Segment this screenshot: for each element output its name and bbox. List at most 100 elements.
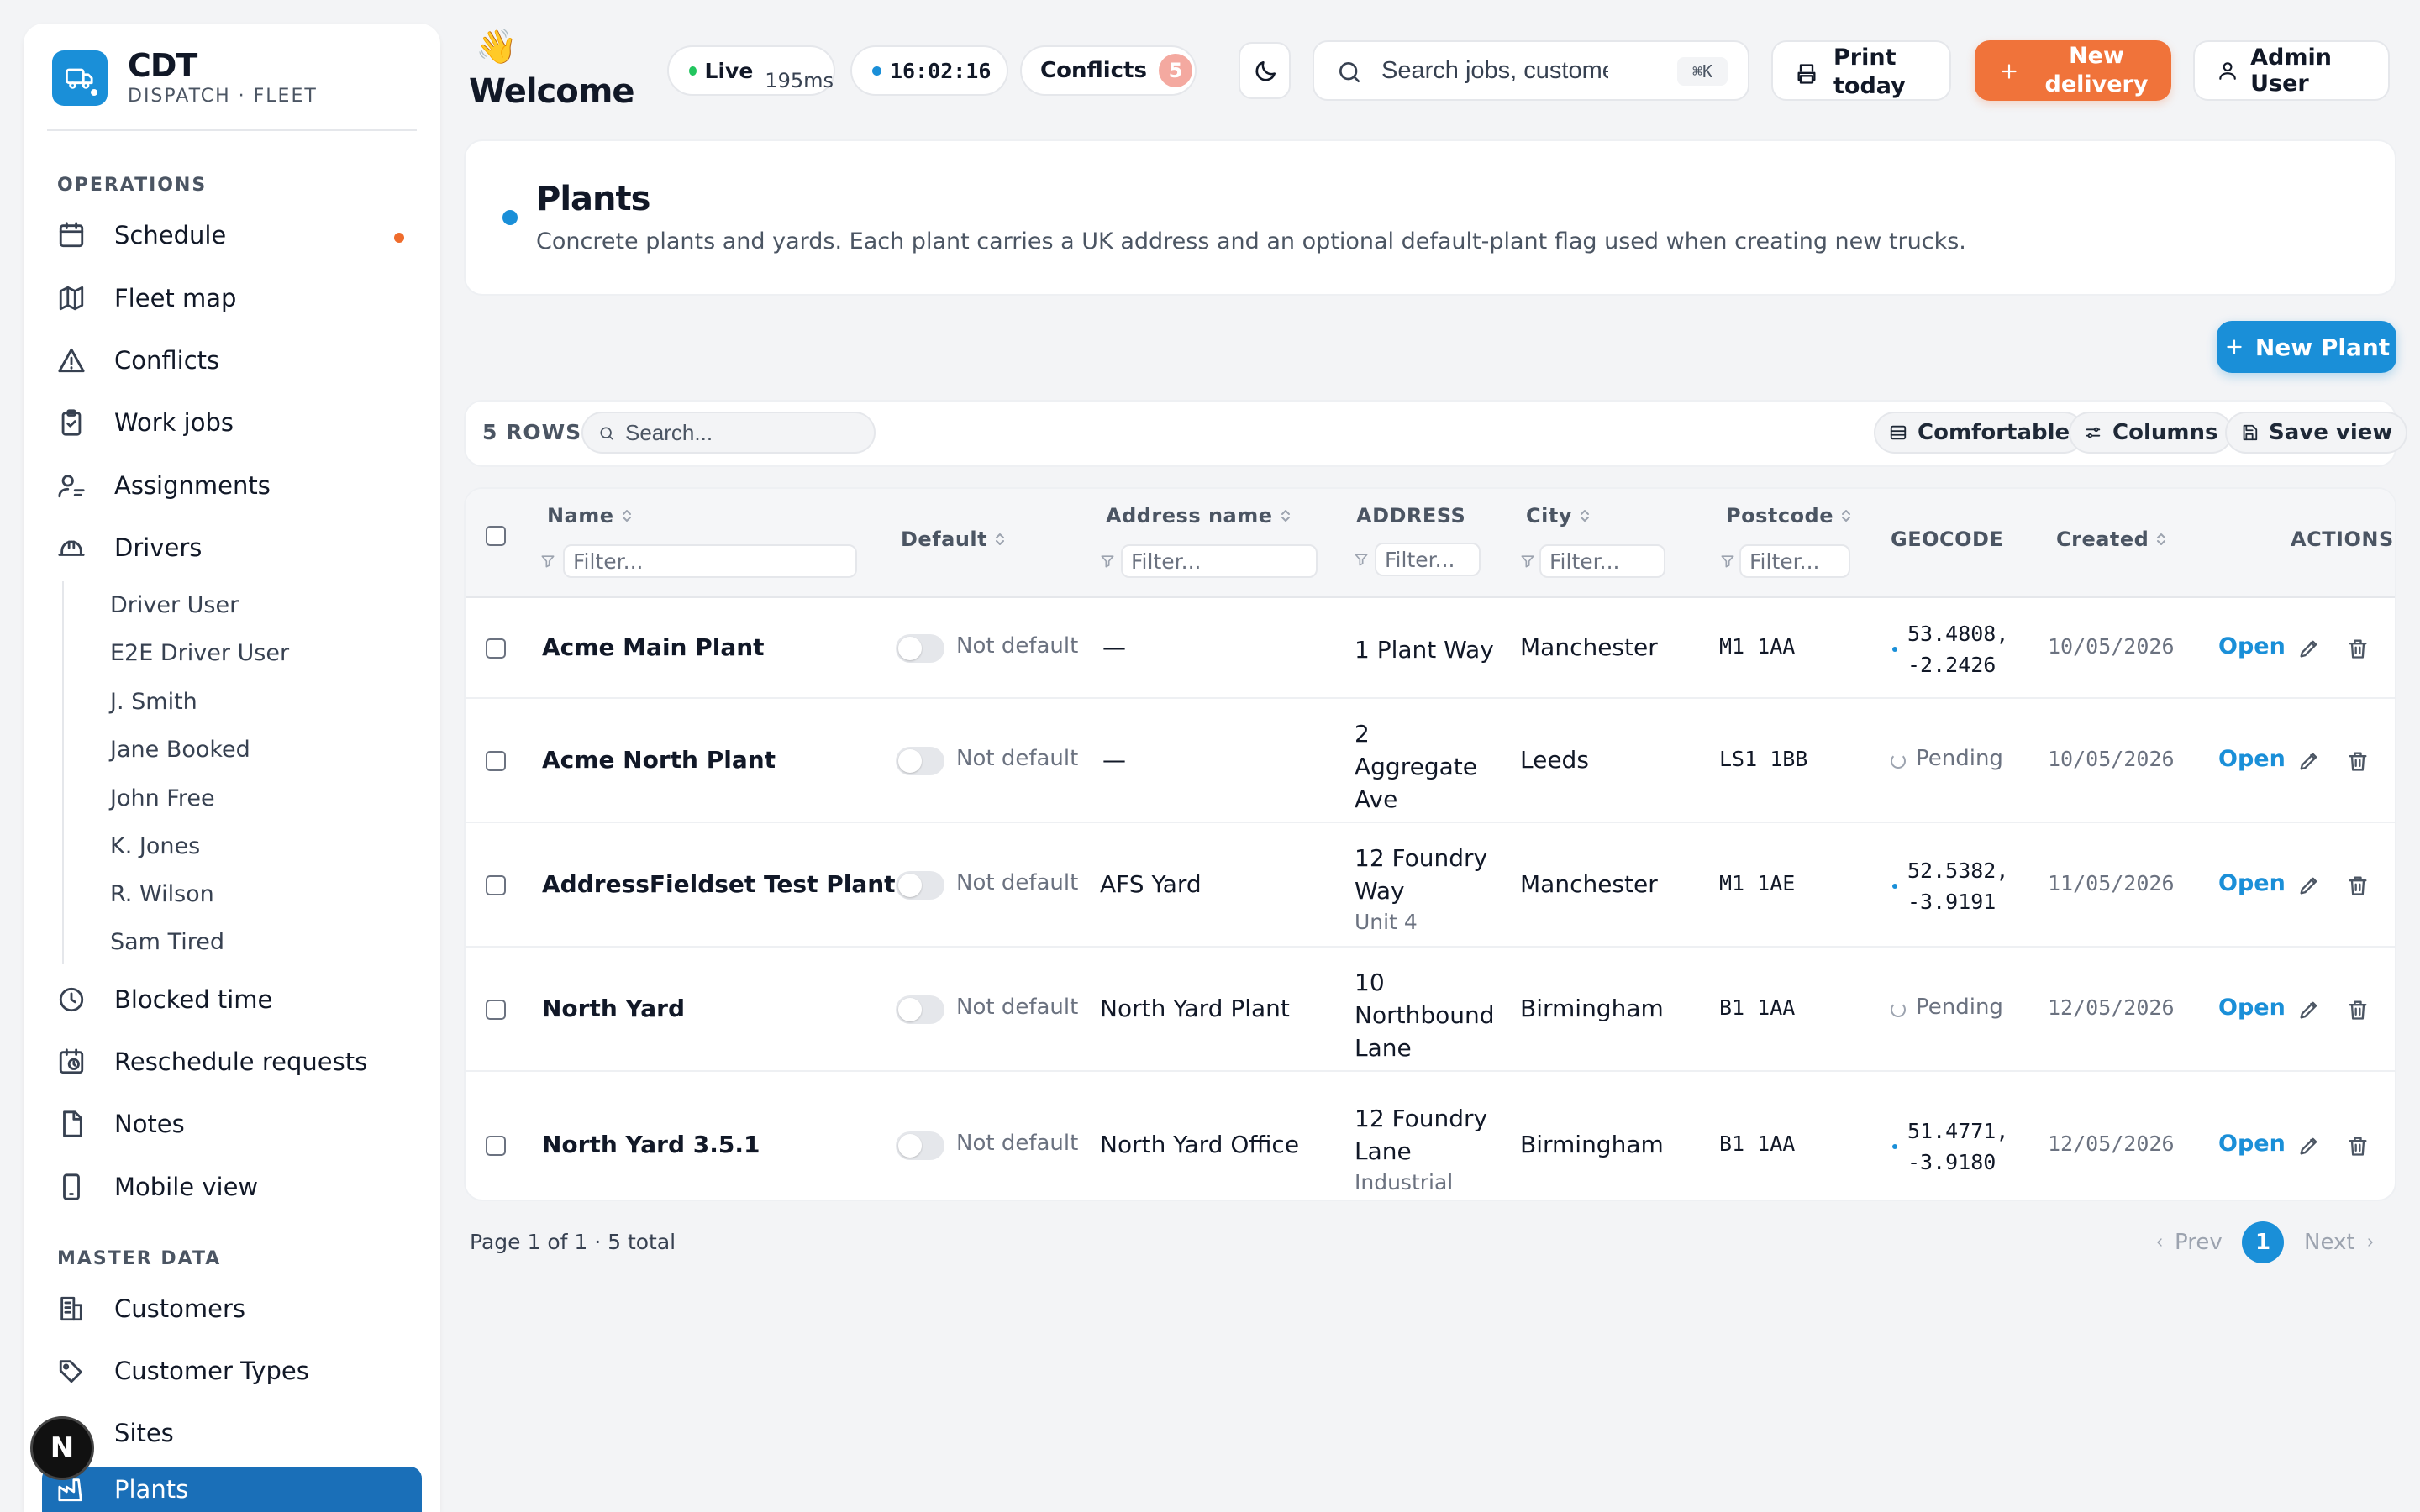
row-checkbox[interactable] bbox=[486, 1000, 506, 1020]
column-label: ADDRESS bbox=[1356, 504, 1466, 528]
default-toggle[interactable] bbox=[896, 747, 944, 775]
delete-trash-icon[interactable] bbox=[2346, 637, 2370, 660]
driver-item[interactable]: Sam Tired bbox=[110, 923, 224, 960]
sidebar-item-customers[interactable]: Customers bbox=[57, 1284, 427, 1334]
column-created[interactable]: Created bbox=[2056, 528, 2167, 551]
edit-pencil-icon[interactable] bbox=[2297, 998, 2321, 1021]
edit-pencil-icon[interactable] bbox=[2297, 1134, 2321, 1158]
filter-address-name[interactable]: Filter... bbox=[1121, 544, 1318, 578]
table-row[interactable]: Acme North Plant Not default — 2 Aggregate … bbox=[466, 699, 2395, 823]
table-row[interactable]: AddressFieldset Test Plant Not default AFS… bbox=[466, 823, 2395, 948]
clock: 16:02:16 bbox=[850, 45, 1008, 96]
sidebar-item-reschedule-requests[interactable]: Reschedule requests bbox=[57, 1037, 427, 1087]
geocode-dot bbox=[1892, 647, 1897, 652]
chevron-left-icon bbox=[2157, 1238, 2162, 1247]
prev-button[interactable]: Prev bbox=[2153, 1230, 2223, 1255]
logo-truck-icon[interactable] bbox=[52, 50, 108, 106]
open-link[interactable]: Open bbox=[2218, 633, 2286, 659]
sidebar-item-label: Sites bbox=[114, 1419, 174, 1447]
row-checkbox[interactable] bbox=[486, 638, 506, 659]
sidebar-item-assignments[interactable]: Assignments bbox=[57, 460, 427, 511]
filter-postcode[interactable]: Filter... bbox=[1739, 544, 1850, 578]
table-row[interactable]: North Yard 3.5.1 Not default North Yard Of… bbox=[466, 1072, 2395, 1200]
cell-name[interactable]: North Yard 3.5.1 bbox=[542, 1131, 760, 1158]
user-menu-button[interactable]: Admin User bbox=[2193, 40, 2390, 101]
open-link[interactable]: Open bbox=[2218, 870, 2286, 896]
table-row[interactable]: Acme Main Plant Not default — 1 Plant Way Ma… bbox=[466, 598, 2395, 699]
edit-pencil-icon[interactable] bbox=[2297, 874, 2321, 897]
row-checkbox[interactable] bbox=[486, 875, 506, 895]
cell-city: Birmingham bbox=[1520, 995, 1664, 1022]
table-row[interactable]: North Yard Not default North Yard Plant 10 … bbox=[466, 948, 2395, 1072]
delete-trash-icon[interactable] bbox=[2346, 1134, 2370, 1158]
column-postcode[interactable]: Postcode bbox=[1726, 504, 1852, 528]
open-link[interactable]: Open bbox=[2218, 995, 2286, 1021]
driver-item[interactable]: R. Wilson bbox=[110, 875, 214, 912]
sidebar-item-mobile-view[interactable]: Mobile view bbox=[57, 1162, 427, 1212]
global-search[interactable]: ⌘K bbox=[1313, 40, 1749, 101]
edit-pencil-icon[interactable] bbox=[2297, 749, 2321, 773]
driver-item[interactable]: E2E Driver User bbox=[110, 634, 289, 671]
cell-address: 10 Northbound Lane bbox=[1355, 966, 1497, 1064]
theme-toggle-button[interactable] bbox=[1239, 42, 1291, 99]
driver-item[interactable]: K. Jones bbox=[110, 827, 200, 864]
sidebar-item-customer-types[interactable]: Customer Types bbox=[57, 1346, 427, 1396]
filter-city[interactable]: Filter... bbox=[1539, 544, 1665, 578]
driver-item[interactable]: John Free bbox=[110, 780, 215, 816]
sidebar-item-plants[interactable]: Plants bbox=[42, 1467, 422, 1512]
default-toggle[interactable] bbox=[896, 634, 944, 663]
sidebar-item-sites[interactable]: Sites bbox=[57, 1408, 427, 1458]
sidebar-item-label: Conflicts bbox=[114, 346, 220, 375]
columns-button[interactable]: Columns bbox=[2069, 412, 2233, 454]
cell-default: Not default bbox=[956, 1131, 1079, 1156]
cell-postcode: B1 1AA bbox=[1719, 1131, 1796, 1156]
delete-trash-icon[interactable] bbox=[2346, 998, 2370, 1021]
driver-item[interactable]: J. Smith bbox=[110, 683, 197, 720]
new-plant-button[interactable]: New Plant bbox=[2217, 321, 2396, 373]
print-today-button[interactable]: Print today bbox=[1771, 40, 1951, 101]
new-delivery-button[interactable]: New delivery bbox=[1975, 40, 2171, 101]
density-button[interactable]: Comfortable bbox=[1874, 412, 2086, 454]
column-name[interactable]: Name bbox=[547, 504, 633, 528]
search-input[interactable] bbox=[1381, 54, 1608, 87]
geocode-lat: 53.4808, bbox=[1907, 622, 2009, 646]
column-default[interactable]: Default bbox=[901, 528, 1006, 551]
cell-name[interactable]: Acme North Plant bbox=[542, 746, 776, 774]
default-toggle[interactable] bbox=[896, 995, 944, 1024]
table-search[interactable] bbox=[581, 412, 876, 454]
next-button[interactable]: Next bbox=[2304, 1230, 2377, 1255]
cell-name[interactable]: Acme Main Plant bbox=[542, 633, 765, 661]
filter-address[interactable]: Filter... bbox=[1375, 543, 1481, 576]
sidebar-item-conflicts[interactable]: Conflicts bbox=[57, 335, 427, 386]
edit-pencil-icon[interactable] bbox=[2297, 637, 2321, 660]
driver-item[interactable]: Driver User bbox=[110, 586, 239, 623]
select-all-checkbox[interactable] bbox=[486, 526, 506, 546]
default-toggle[interactable] bbox=[896, 1131, 944, 1160]
sidebar-item-fleet-map[interactable]: Fleet map bbox=[57, 273, 427, 323]
open-link[interactable]: Open bbox=[2218, 1131, 2286, 1157]
cell-name[interactable]: AddressFieldset Test Plant bbox=[542, 870, 896, 898]
avatar[interactable]: N bbox=[30, 1416, 94, 1480]
driver-item[interactable]: Jane Booked bbox=[110, 731, 250, 768]
row-checkbox[interactable] bbox=[486, 751, 506, 771]
default-toggle[interactable] bbox=[896, 871, 944, 900]
table-search-input[interactable] bbox=[625, 420, 860, 445]
save-view-button[interactable]: Save view bbox=[2225, 412, 2408, 454]
filter-name[interactable]: Filter... bbox=[563, 544, 857, 578]
page-number-current[interactable]: 1 bbox=[2242, 1221, 2284, 1263]
conflicts-button[interactable]: Conflicts 5 bbox=[1020, 45, 1197, 96]
sidebar-item-drivers[interactable]: Drivers bbox=[57, 522, 427, 573]
sidebar-item-schedule[interactable]: Schedule bbox=[57, 210, 427, 260]
sidebar-item-notes[interactable]: Notes bbox=[57, 1099, 427, 1149]
cell-name[interactable]: North Yard bbox=[542, 995, 685, 1022]
sidebar-item-blocked-time[interactable]: Blocked time bbox=[57, 974, 427, 1025]
column-address-name[interactable]: Address name bbox=[1106, 504, 1292, 528]
sidebar-item-work-jobs[interactable]: Work jobs bbox=[57, 397, 427, 448]
column-city[interactable]: City bbox=[1526, 504, 1591, 528]
row-checkbox[interactable] bbox=[486, 1136, 506, 1156]
delete-trash-icon[interactable] bbox=[2346, 874, 2370, 897]
cell-address: 1 Plant Way bbox=[1355, 633, 1497, 666]
filter-icon bbox=[1101, 555, 1114, 568]
open-link[interactable]: Open bbox=[2218, 746, 2286, 772]
delete-trash-icon[interactable] bbox=[2346, 749, 2370, 773]
